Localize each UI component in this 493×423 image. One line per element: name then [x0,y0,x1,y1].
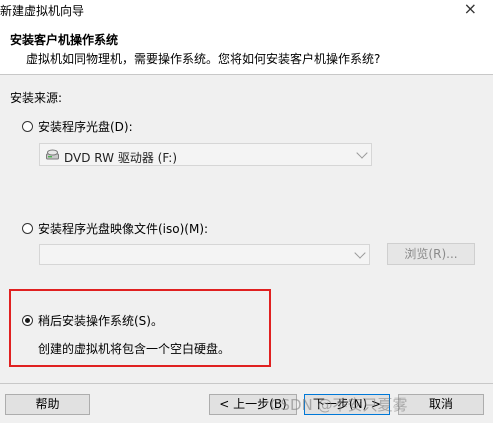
option-install-later-label[interactable]: 稍后安装操作系统(S)。 [38,312,163,329]
option-install-disc-label[interactable]: 安装程序光盘(D): [38,118,133,135]
title-bar: 新建虚拟机向导 × [0,0,493,20]
help-button[interactable]: 帮助 [5,394,90,415]
close-icon[interactable]: × [464,0,477,18]
window-title: 新建虚拟机向导 [0,4,85,18]
page-subtitle: 虚拟机如同物理机，需要操作系统。您将如何安装客户机操作系统? [26,52,381,66]
back-button[interactable]: < 上一步(B) [209,394,297,415]
radio-install-iso[interactable] [22,223,33,234]
install-later-description: 创建的虚拟机将包含一个空白硬盘。 [38,342,231,356]
chevron-down-icon [354,246,366,259]
chevron-down-icon [356,146,368,159]
cancel-button[interactable]: 取消 [398,394,484,415]
radio-install-disc[interactable] [22,121,33,132]
radio-install-later[interactable] [22,315,33,326]
disc-drive-value: DVD RW 驱动器 (F:) [64,151,178,165]
wizard-header: 安装客户机操作系统 虚拟机如同物理机，需要操作系统。您将如何安装客户机操作系统? [0,20,493,75]
iso-path-combobox[interactable] [39,244,370,265]
dvd-drive-icon [46,149,59,160]
footer-divider [0,383,493,384]
next-button[interactable]: 下一步(N) > [304,394,390,415]
browse-button[interactable]: 浏览(R)... [387,243,475,265]
disc-drive-select[interactable]: DVD RW 驱动器 (F:) [39,143,372,166]
install-source-label: 安装来源: [10,91,63,105]
page-title: 安装客户机操作系统 [10,33,119,47]
option-install-iso-label[interactable]: 安装程序光盘映像文件(iso)(M): [38,220,208,237]
